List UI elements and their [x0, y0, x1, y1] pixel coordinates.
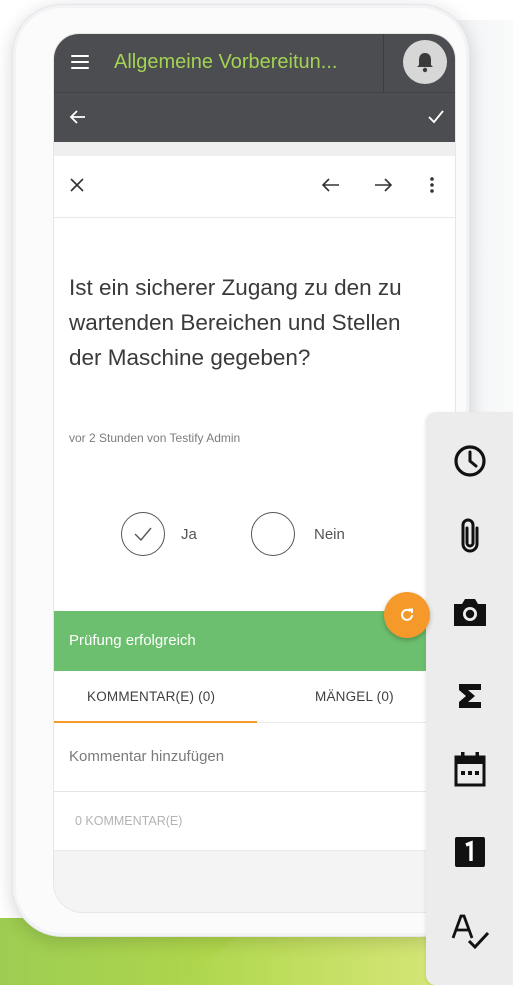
spellcheck-tool[interactable] [448, 909, 492, 953]
number-tool[interactable] [448, 830, 492, 874]
confirm-button[interactable] [426, 107, 446, 132]
phone-frame: Allgemeine Vorbereitun... Ist ein sicher… [12, 4, 470, 937]
notifications-button[interactable] [403, 40, 447, 84]
close-icon [70, 178, 84, 192]
action-bar [54, 92, 455, 142]
separator-strip [54, 142, 455, 156]
arrow-right-icon [375, 178, 393, 192]
phone-screen: Allgemeine Vorbereitun... Ist ein sicher… [53, 33, 456, 913]
calendar-tool[interactable] [448, 747, 492, 791]
answer-yes-label: Ja [181, 526, 197, 543]
sum-tool[interactable] [448, 674, 492, 718]
app-bar-divider [383, 34, 384, 92]
attachment-tool[interactable] [448, 514, 492, 558]
spellcheck-icon [451, 914, 490, 950]
tab-comments[interactable]: KOMMENTAR(E) (0) [87, 689, 215, 704]
close-button[interactable] [68, 176, 86, 199]
number-one-icon [455, 837, 485, 867]
answer-no-radio[interactable] [251, 512, 295, 556]
answer-yes-radio[interactable] [121, 512, 165, 556]
comment-count: 0 KOMMENTAR(E) [54, 793, 455, 850]
comment-placeholder: Kommentar hinzufügen [69, 748, 225, 765]
active-tab-indicator [54, 721, 257, 723]
comment-count-label: 0 KOMMENTAR(E) [75, 814, 183, 828]
check-icon [134, 527, 152, 542]
status-text: Prüfung erfolgreich [69, 632, 196, 649]
question-toolbar [54, 156, 455, 218]
hamburger-icon[interactable] [71, 55, 89, 69]
previous-button[interactable] [320, 176, 342, 199]
clock-tool[interactable] [448, 439, 492, 483]
check-icon [428, 110, 444, 124]
camera-icon [454, 599, 486, 626]
footer-area [54, 850, 455, 912]
tool-palette [426, 412, 513, 985]
app-bar: Allgemeine Vorbereitun... [54, 34, 455, 92]
tab-defects[interactable]: MÄNGEL (0) [315, 689, 394, 704]
question-meta: vor 2 Stunden von Testify Admin [69, 431, 241, 445]
app-title: Allgemeine Vorbereitun... [114, 51, 338, 73]
camera-tool[interactable] [448, 590, 492, 634]
more-vert-icon [430, 177, 434, 193]
answer-options: Ja Nein [54, 512, 455, 562]
bell-icon [417, 53, 433, 73]
more-options-button[interactable] [428, 176, 436, 199]
arrow-left-icon [69, 110, 85, 124]
calendar-icon [454, 752, 486, 787]
paperclip-icon [461, 518, 479, 553]
refresh-button[interactable] [384, 592, 430, 638]
clock-icon [454, 445, 486, 477]
arrow-left-icon [321, 178, 339, 192]
next-button[interactable] [372, 176, 394, 199]
answer-no-label: Nein [314, 526, 345, 543]
comment-input[interactable]: Kommentar hinzufügen [54, 724, 455, 792]
sigma-icon [459, 684, 481, 708]
comment-tabs: KOMMENTAR(E) (0) MÄNGEL (0) [54, 671, 455, 723]
question-text: Ist ein sicherer Zugang zu den zu warten… [69, 275, 402, 370]
refresh-icon [401, 608, 413, 621]
back-button[interactable] [68, 107, 88, 132]
